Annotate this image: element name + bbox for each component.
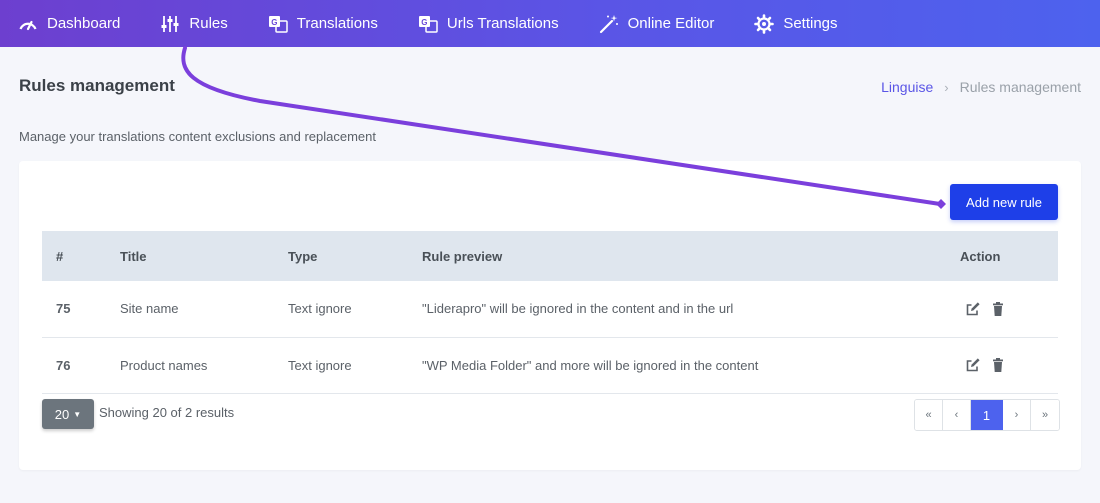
breadcrumb-current: Rules management bbox=[959, 79, 1081, 95]
nav-settings[interactable]: Settings bbox=[754, 13, 838, 34]
gauge-icon bbox=[18, 14, 38, 34]
rule-type: Text ignore bbox=[288, 357, 352, 373]
pagination-next[interactable]: › bbox=[1003, 400, 1031, 430]
column-header-title: Title bbox=[120, 248, 147, 264]
page-subtitle: Manage your translations content exclusi… bbox=[19, 129, 376, 144]
column-header-preview: Rule preview bbox=[422, 248, 503, 264]
rule-id: 75 bbox=[56, 301, 71, 317]
gear-icon bbox=[754, 13, 775, 34]
table-row: 75 Site name Text ignore "Liderapro" wil… bbox=[42, 281, 1058, 337]
rule-title: Product names bbox=[120, 357, 208, 373]
nav-label: Settings bbox=[783, 15, 838, 32]
nav-label: Online Editor bbox=[627, 15, 715, 32]
pagination-current-page[interactable]: 1 bbox=[971, 400, 1003, 430]
nav-dashboard[interactable]: Dashboard bbox=[18, 14, 120, 34]
rule-type: Text ignore bbox=[288, 301, 352, 317]
breadcrumb: Linguise › Rules management bbox=[881, 79, 1081, 95]
per-page-value: 20 bbox=[54, 406, 70, 422]
magic-wand-icon bbox=[599, 14, 619, 34]
row-actions bbox=[960, 301, 1058, 317]
page-title: Rules management bbox=[19, 76, 175, 95]
nav-label: Rules bbox=[189, 15, 228, 32]
breadcrumb-root-link[interactable]: Linguise bbox=[881, 79, 933, 95]
nav-label: Urls Translations bbox=[446, 15, 559, 32]
delete-icon[interactable] bbox=[990, 301, 1006, 317]
edit-icon[interactable] bbox=[965, 357, 981, 373]
svg-text:G: G bbox=[421, 18, 427, 27]
column-header-id: # bbox=[56, 248, 64, 264]
results-count: Showing 20 of 2 results bbox=[99, 405, 235, 420]
nav-translations[interactable]: G Translations bbox=[268, 14, 378, 34]
sliders-icon bbox=[160, 14, 180, 34]
translate-icon: G bbox=[418, 14, 438, 34]
svg-text:G: G bbox=[271, 18, 277, 27]
pagination-first[interactable]: « bbox=[915, 400, 943, 430]
nav-urls-translations[interactable]: G Urls Translations bbox=[418, 14, 559, 34]
pagination-prev[interactable]: ‹ bbox=[943, 400, 971, 430]
table-header-row: # Title Type Rule preview Action bbox=[42, 231, 1058, 281]
per-page-dropdown[interactable]: 20 ▼ bbox=[42, 399, 94, 429]
rule-id: 76 bbox=[56, 357, 71, 373]
edit-icon[interactable] bbox=[965, 301, 981, 317]
rules-card: Add new rule # Title Type Rule preview A… bbox=[19, 161, 1081, 470]
translate-icon: G bbox=[268, 14, 288, 34]
breadcrumb-separator: › bbox=[944, 79, 949, 95]
row-actions bbox=[960, 357, 1058, 373]
rule-title: Site name bbox=[120, 301, 179, 317]
nav-rules[interactable]: Rules bbox=[160, 14, 228, 34]
delete-icon[interactable] bbox=[990, 357, 1006, 373]
pagination: « ‹ 1 › » bbox=[914, 399, 1060, 431]
column-header-type: Type bbox=[288, 248, 318, 264]
rules-table: # Title Type Rule preview Action 75 Site… bbox=[42, 231, 1058, 394]
nav-label: Dashboard bbox=[47, 15, 121, 32]
rule-preview: "WP Media Folder" and more will be ignor… bbox=[422, 357, 759, 373]
caret-down-icon: ▼ bbox=[73, 409, 82, 419]
table-row: 76 Product names Text ignore "WP Media F… bbox=[42, 337, 1058, 393]
add-new-rule-button[interactable]: Add new rule bbox=[950, 184, 1058, 220]
nav-label: Translations bbox=[296, 15, 378, 32]
pagination-last[interactable]: » bbox=[1031, 400, 1059, 430]
column-header-action: Action bbox=[960, 248, 1001, 264]
nav-online-editor[interactable]: Online Editor bbox=[599, 14, 715, 34]
top-navbar: Dashboard Rules G Translations G Urls Tr… bbox=[0, 0, 1100, 47]
rule-preview: "Liderapro" will be ignored in the conte… bbox=[422, 301, 734, 317]
